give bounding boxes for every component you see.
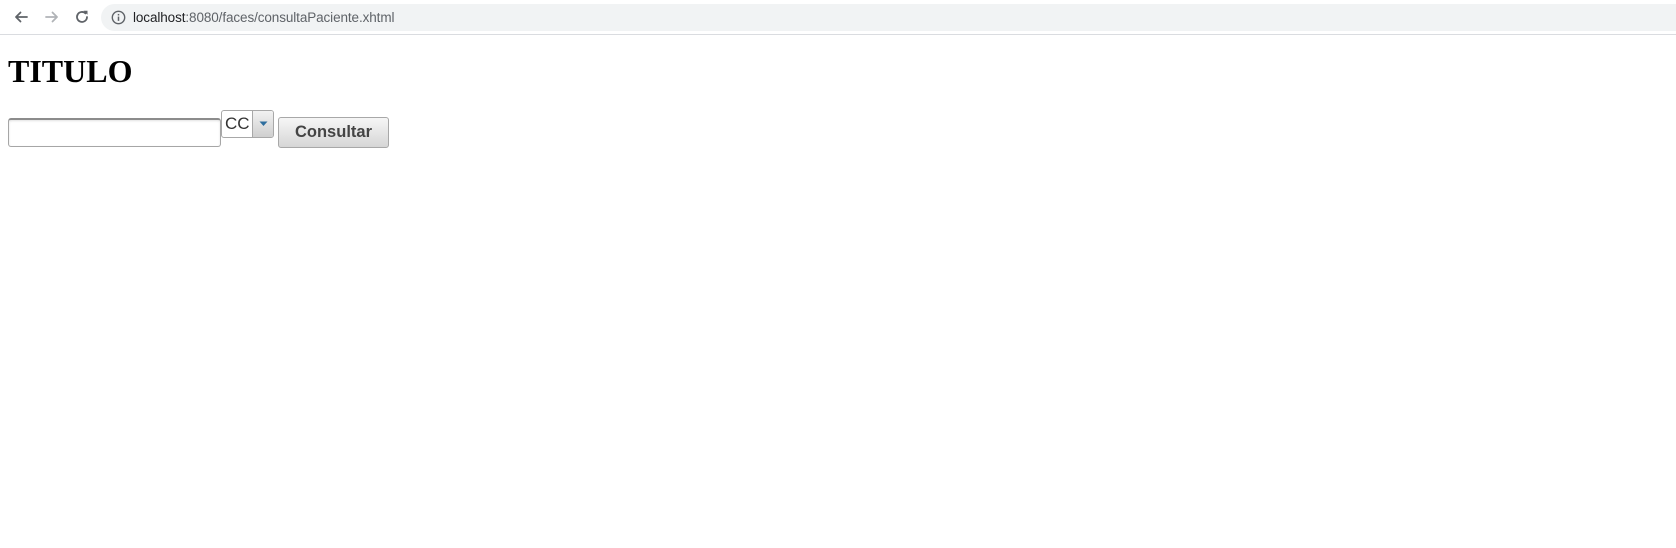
triangle-down-icon: [259, 121, 267, 126]
page-content: TITULO CC Consultar: [0, 36, 1676, 548]
reload-button[interactable]: [70, 5, 94, 29]
info-icon[interactable]: [111, 10, 126, 25]
browser-toolbar: localhost:8080/faces/consultaPaciente.xh…: [0, 0, 1676, 35]
back-button[interactable]: [9, 5, 33, 29]
document-type-select[interactable]: CC: [221, 110, 274, 138]
document-type-selected: CC: [225, 114, 250, 133]
consultar-button[interactable]: Consultar: [278, 117, 389, 148]
document-number-input[interactable]: [8, 118, 221, 147]
forward-button[interactable]: [40, 5, 64, 29]
url-text[interactable]: localhost:8080/faces/consultaPaciente.xh…: [133, 9, 394, 26]
url-host: localhost: [133, 10, 186, 25]
url-path: :8080/faces/consultaPaciente.xhtml: [185, 10, 395, 25]
arrow-left-icon: [15, 11, 28, 23]
address-bar[interactable]: localhost:8080/faces/consultaPaciente.xh…: [101, 4, 1676, 31]
page-title: TITULO: [8, 53, 133, 89]
arrow-right-icon: [45, 11, 58, 23]
dropdown-trigger[interactable]: [252, 111, 273, 137]
reload-icon: [76, 10, 88, 23]
